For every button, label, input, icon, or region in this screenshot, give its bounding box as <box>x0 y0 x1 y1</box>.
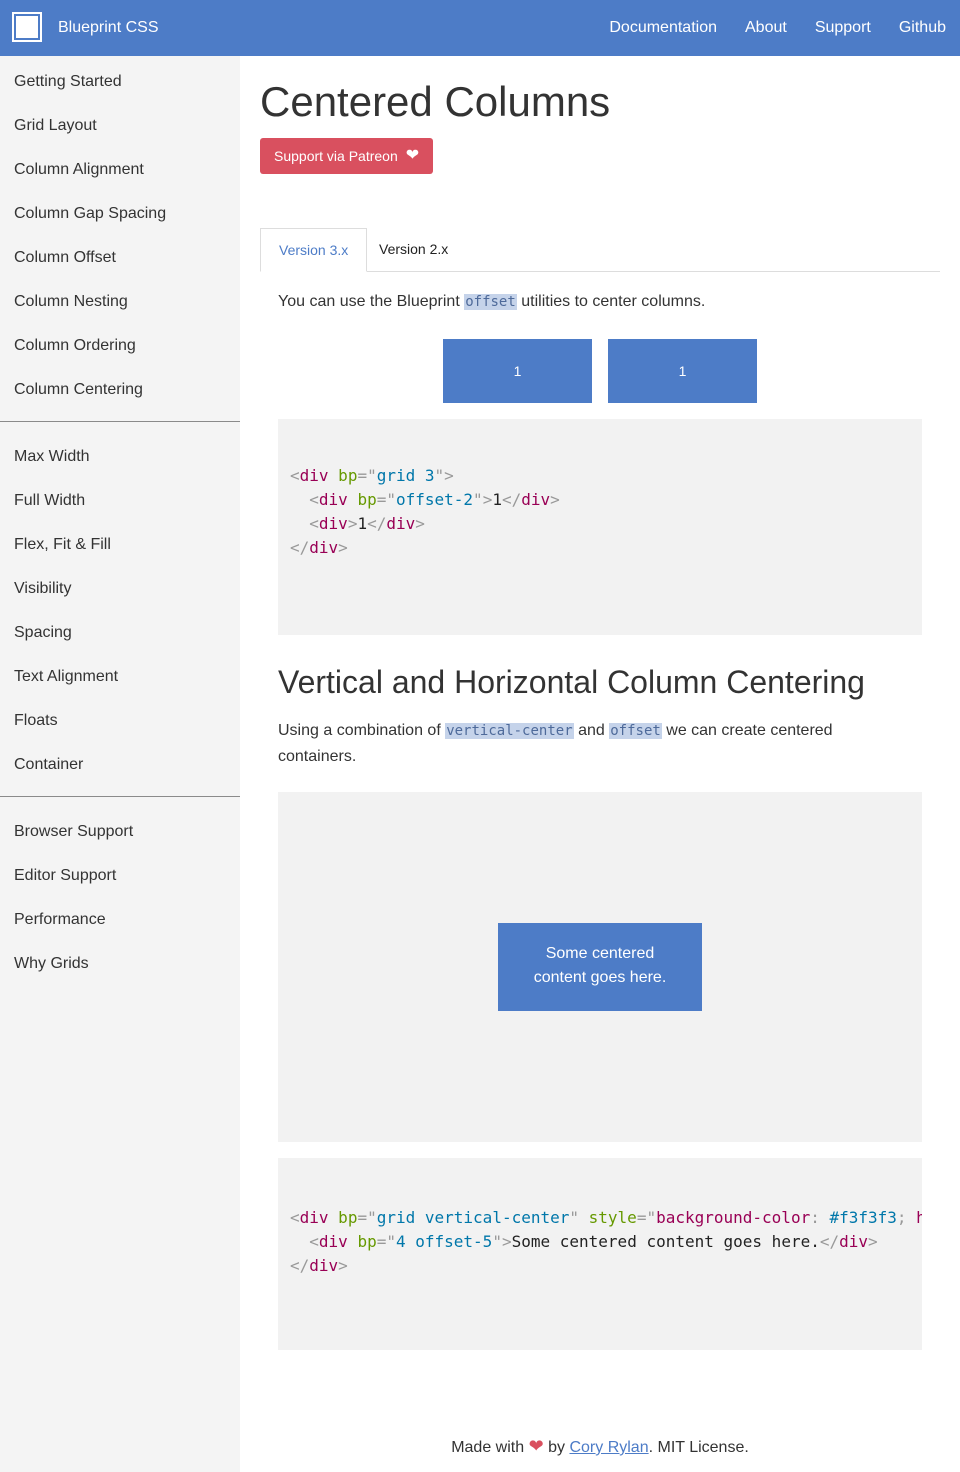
demo-column: 1 <box>443 339 592 403</box>
top-navbar: Blueprint CSS Documentation About Suppor… <box>0 0 960 56</box>
sidebar-item-getting-started[interactable]: Getting Started <box>0 60 240 104</box>
sidebar-item-column-ordering[interactable]: Column Ordering <box>0 324 240 368</box>
code-line: <div bp="4 offset-5">Some centered conte… <box>290 1232 878 1251</box>
code-line: <div bp="grid vertical-center" style="ba… <box>290 1208 922 1227</box>
sidebar-item-column-offset[interactable]: Column Offset <box>0 236 240 280</box>
demo-grid: 1 1 <box>278 339 922 403</box>
sidebar-group-grid: Getting Started Grid Layout Column Align… <box>0 56 240 416</box>
sidebar-item-container[interactable]: Container <box>0 743 240 787</box>
inline-code-offset: offset <box>609 723 662 739</box>
heart-icon: ❤ <box>405 147 420 164</box>
nav-support[interactable]: Support <box>815 19 871 37</box>
code-line: <div bp="offset-2">1</div> <box>290 490 560 509</box>
intro-text: You can use the Blueprint offset utiliti… <box>278 289 922 315</box>
footer-text: by <box>543 1439 570 1456</box>
centered-content-box: Some centered content goes here. <box>498 923 702 1011</box>
version-tabs: Version 3.x Version 2.x <box>260 228 940 272</box>
brand-link[interactable]: Blueprint CSS <box>58 0 159 56</box>
code-block: <div bp="grid 3"> <div bp="offset-2">1</… <box>278 419 922 635</box>
section-text-part: Using a combination of <box>278 722 446 739</box>
code-line: </div> <box>290 1256 348 1275</box>
heart-icon: ❤ <box>528 1436 544 1456</box>
intro-text-part: You can use the Blueprint <box>278 293 465 310</box>
sidebar-item-grid-layout[interactable]: Grid Layout <box>0 104 240 148</box>
sidebar-item-spacing[interactable]: Spacing <box>0 611 240 655</box>
logo-square-icon[interactable] <box>12 12 42 42</box>
demo-column: 1 <box>608 339 757 403</box>
footer-text: Made with <box>451 1439 529 1456</box>
footer: Made with ❤ by Cory Rylan. MIT License. <box>260 1436 940 1457</box>
nav-github[interactable]: Github <box>899 19 946 37</box>
sidebar-item-text-alignment[interactable]: Text Alignment <box>0 655 240 699</box>
sidebar-item-browser-support[interactable]: Browser Support <box>0 810 240 854</box>
sidebar: Getting Started Grid Layout Column Align… <box>0 56 240 1472</box>
sidebar-item-flex-fit-fill[interactable]: Flex, Fit & Fill <box>0 523 240 567</box>
inline-code-vertical-center: vertical-center <box>445 723 574 739</box>
vertical-center-demo: Some centered content goes here. <box>278 792 922 1142</box>
nav-about[interactable]: About <box>745 19 787 37</box>
sidebar-item-column-nesting[interactable]: Column Nesting <box>0 280 240 324</box>
section-title: Vertical and Horizontal Column Centering <box>278 664 865 700</box>
sidebar-item-column-alignment[interactable]: Column Alignment <box>0 148 240 192</box>
code-line: </div> <box>290 538 348 557</box>
sidebar-group-utilities: Max Width Full Width Flex, Fit & Fill Vi… <box>0 431 240 791</box>
sidebar-item-max-width[interactable]: Max Width <box>0 435 240 479</box>
tab-version-2[interactable]: Version 2.x <box>361 228 466 272</box>
nav-documentation[interactable]: Documentation <box>609 19 717 37</box>
sidebar-item-column-centering[interactable]: Column Centering <box>0 368 240 412</box>
code-line: <div>1</div> <box>290 514 425 533</box>
sidebar-item-editor-support[interactable]: Editor Support <box>0 854 240 898</box>
author-link[interactable]: Cory Rylan <box>569 1439 648 1456</box>
sidebar-item-column-gap-spacing[interactable]: Column Gap Spacing <box>0 192 240 236</box>
inline-code-offset: offset <box>464 294 517 310</box>
sidebar-item-visibility[interactable]: Visibility <box>0 567 240 611</box>
top-nav: Documentation About Support Github <box>609 0 946 56</box>
patreon-button[interactable]: Support via Patreon ❤ <box>260 138 434 174</box>
page-title: Centered Columns <box>260 78 611 125</box>
sidebar-group-about: Browser Support Editor Support Performan… <box>0 806 240 990</box>
section-text-part: and <box>573 722 610 739</box>
sidebar-divider <box>0 421 240 422</box>
intro-text-part: utilities to center columns. <box>516 293 706 310</box>
footer-text: . MIT License. <box>648 1439 749 1456</box>
patreon-button-label: Support via Patreon <box>274 148 398 164</box>
sidebar-item-full-width[interactable]: Full Width <box>0 479 240 523</box>
section-text: Using a combination of vertical-center a… <box>278 718 878 769</box>
sidebar-divider <box>0 796 240 797</box>
tab-version-3[interactable]: Version 3.x <box>260 228 368 272</box>
code-block: <div bp="grid vertical-center" style="ba… <box>278 1158 922 1350</box>
sidebar-item-performance[interactable]: Performance <box>0 898 240 942</box>
code-line: <div bp="grid 3"> <box>290 466 454 485</box>
sidebar-item-why-grids[interactable]: Why Grids <box>0 942 240 986</box>
sidebar-item-floats[interactable]: Floats <box>0 699 240 743</box>
